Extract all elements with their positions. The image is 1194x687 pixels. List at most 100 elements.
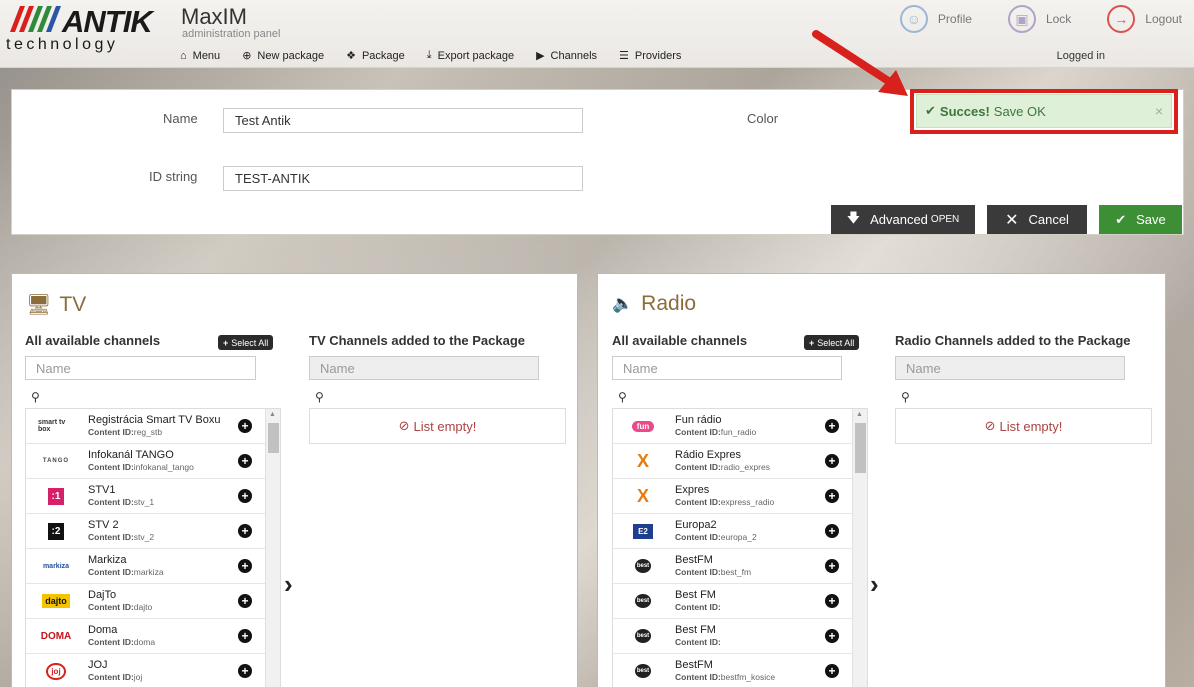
add-channel-button[interactable]: + <box>825 454 839 468</box>
scroll-up-icon[interactable]: ▲ <box>856 411 863 418</box>
toast-close-button[interactable]: × <box>1155 103 1163 119</box>
success-toast: ✔ Succes! Save OK × <box>916 94 1172 128</box>
content-id: express_radio <box>720 497 775 507</box>
save-button[interactable]: ✔ Save <box>1099 205 1182 234</box>
logout-button[interactable]: → Logout <box>1107 5 1182 33</box>
channel-name: Europa2 <box>675 519 717 531</box>
list-icon: ☰ <box>619 50 629 62</box>
tv-available-list[interactable]: smart tv box Registrácia Smart TV Boxu Co… <box>25 408 281 687</box>
channel-logo: :1 <box>38 484 74 508</box>
tv-list-scrollbar[interactable]: ▲ <box>265 409 280 687</box>
channel-logo: fun <box>625 414 661 438</box>
content-id: bestfm_kosice <box>720 672 776 682</box>
lock-button[interactable]: ▣ Lock <box>1007 5 1072 33</box>
move-right-chevron-icon[interactable]: › <box>284 569 293 600</box>
channel-logo: DOMA <box>40 630 72 642</box>
save-label: Save <box>1136 212 1166 227</box>
add-channel-button[interactable]: + <box>825 419 839 433</box>
radio-select-all-button[interactable]: + Select All <box>804 335 860 350</box>
tv-select-all-button[interactable]: + Select All <box>218 335 274 350</box>
logo-stripes-icon <box>10 6 61 32</box>
ban-icon: ⊘ <box>984 418 996 433</box>
content-id-label: Content ID: <box>675 427 721 437</box>
content-id-label: Content ID: <box>675 532 721 542</box>
name-input[interactable] <box>223 108 583 133</box>
nav-channels[interactable]: ▶ Channels <box>536 49 597 63</box>
add-channel-button[interactable]: + <box>238 664 252 678</box>
select-all-label: Select All <box>817 337 855 348</box>
add-channel-button[interactable]: + <box>825 629 839 643</box>
channel-name: Best FM <box>675 624 716 636</box>
channel-name: Markiza <box>88 554 127 566</box>
add-channel-button[interactable]: + <box>825 559 839 573</box>
tv-added-search[interactable] <box>309 356 539 380</box>
add-channel-button[interactable]: + <box>238 419 252 433</box>
channel-name: Rádio Expres <box>675 449 742 461</box>
tv-added-empty: ⊘ List empty! <box>309 408 566 444</box>
move-right-chevron-icon[interactable]: › <box>870 569 879 600</box>
antik-logo[interactable]: ANTIK technology <box>6 4 174 54</box>
lock-icon: ▣ <box>1007 5 1036 33</box>
add-channel-button[interactable]: + <box>238 489 252 503</box>
nav-package[interactable]: ❖ Package <box>346 49 405 63</box>
tv-title: TV <box>59 292 87 316</box>
add-channel-button[interactable]: + <box>238 629 252 643</box>
main-nav: ⌂ Menu ⊕ New package ❖ Package ⤓ Export … <box>180 49 703 62</box>
cancel-button[interactable]: ✕ Cancel <box>987 205 1087 234</box>
add-channel-button[interactable]: + <box>825 664 839 678</box>
logout-icon: → <box>1107 5 1136 33</box>
add-channel-button[interactable]: + <box>238 594 252 608</box>
top-header: ANTIK technology MaxIM administration pa… <box>0 0 1194 68</box>
channel-logo: markiza <box>42 562 70 570</box>
empty-text: List empty! <box>999 418 1063 434</box>
advanced-button[interactable]: 🡇 Advanced OPEN <box>831 205 975 234</box>
content-id: reg_stb <box>133 427 163 437</box>
radio-panel-title: 🔈 Radio <box>612 292 696 316</box>
content-id: markiza <box>133 567 164 577</box>
search-icon: ⚲ <box>315 390 324 404</box>
add-channel-button[interactable]: + <box>238 454 252 468</box>
nav-menu[interactable]: ⌂ Menu <box>180 49 220 62</box>
radio-added-search[interactable] <box>895 356 1125 380</box>
channel-logo: :2 <box>38 519 74 543</box>
scroll-thumb[interactable] <box>855 423 866 473</box>
radio-added-heading: Radio Channels added to the Package <box>895 333 1131 348</box>
id-string-input[interactable] <box>223 166 583 191</box>
radio-available-list[interactable]: fun Fun rádio Content ID:fun_radio + X Rá… <box>612 408 868 687</box>
profile-label: Profile <box>937 12 972 26</box>
search-icon: ⚲ <box>618 390 627 404</box>
logged-in-status: Logged in <box>1056 50 1105 62</box>
channel-name: Best FM <box>675 589 716 601</box>
tv-panel: 🖥 TV All available channels + Select All… <box>11 273 578 687</box>
ban-icon: ⊘ <box>398 418 410 433</box>
list-item: :1 STV1 Content ID:stv_1 + <box>26 479 266 514</box>
nav-export-package[interactable]: ⤓ Export package <box>427 49 514 62</box>
content-id-label: Content ID: <box>675 462 721 472</box>
channel-logo: best <box>625 589 661 613</box>
lock-label: Lock <box>1045 12 1072 26</box>
monitor-icon: 🖥 <box>26 294 52 316</box>
toast-message: Save OK <box>993 103 1046 119</box>
channel-logo: X <box>636 450 649 471</box>
content-id: joj <box>133 672 143 682</box>
scroll-up-icon[interactable]: ▲ <box>269 411 276 418</box>
check-icon: ✔ <box>925 103 936 118</box>
add-channel-button[interactable]: + <box>825 524 839 538</box>
select-all-label: Select All <box>231 337 269 348</box>
tv-available-heading: All available channels <box>25 333 161 348</box>
nav-label: Menu <box>192 49 221 62</box>
list-item: markiza Markiza Content ID:markiza + <box>26 549 266 584</box>
content-id: fun_radio <box>720 427 757 437</box>
nav-providers[interactable]: ☰ Providers <box>619 49 681 63</box>
content-id: best_fm <box>720 567 752 577</box>
radio-list-scrollbar[interactable]: ▲ <box>852 409 867 687</box>
radio-available-search[interactable] <box>612 356 842 380</box>
nav-new-package[interactable]: ⊕ New package <box>242 49 324 63</box>
add-channel-button[interactable]: + <box>238 559 252 573</box>
add-channel-button[interactable]: + <box>238 524 252 538</box>
scroll-thumb[interactable] <box>268 423 279 453</box>
channel-logo: smart tv box <box>38 419 66 433</box>
tv-available-search[interactable] <box>25 356 256 380</box>
add-channel-button[interactable]: + <box>825 594 839 608</box>
add-channel-button[interactable]: + <box>825 489 839 503</box>
